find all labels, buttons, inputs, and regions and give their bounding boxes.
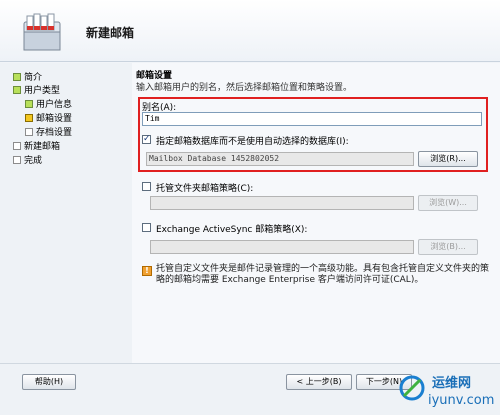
browse-activesync-button[interactable]: 浏览(B)... xyxy=(418,239,478,255)
watermark-text-domain: iyunv.com xyxy=(428,393,495,408)
browse-managed-folder-button[interactable]: 浏览(W)... xyxy=(418,195,478,211)
step-pending-icon xyxy=(13,156,21,164)
step-done-icon xyxy=(13,73,21,81)
help-button[interactable]: 帮助(H) xyxy=(22,374,76,390)
step-user-info: 用户信息 xyxy=(25,99,72,112)
step-complete: 完成 xyxy=(13,155,42,168)
activesync-field[interactable] xyxy=(150,240,414,254)
alias-input[interactable]: Tim xyxy=(142,112,482,126)
site-watermark: 运维网 iyunv.com xyxy=(398,366,498,412)
step-done-icon xyxy=(13,86,21,94)
step-current-icon xyxy=(25,114,33,122)
mailbox-settings-panel: 邮箱设置 输入邮箱用户的别名，然后选择邮箱位置和策略设置。 别名(A): Tim… xyxy=(132,63,500,363)
database-checkbox[interactable]: ✓ xyxy=(142,135,151,144)
page-title: 新建邮箱 xyxy=(86,26,135,40)
step-label: 用户信息 xyxy=(36,100,73,110)
step-pending-icon xyxy=(25,128,33,136)
database-field[interactable]: Mailbox Database 1452802052 xyxy=(146,152,414,166)
database-checkbox-label: 指定邮箱数据库而不是使用自动选择的数据库(I): xyxy=(156,137,349,147)
step-mailbox-settings: 邮箱设置 xyxy=(25,113,72,126)
info-icon: ! xyxy=(142,266,152,276)
step-label: 新建邮箱 xyxy=(24,142,61,152)
info-message: 托管自定义文件夹是邮件记录管理的一个高级功能。具有包含托管自定义文件夹的策略的邮… xyxy=(156,264,490,285)
managed-folder-label: 托管文件夹邮箱策略(C): xyxy=(156,184,254,194)
step-user-type: 用户类型 xyxy=(13,85,60,98)
section-description: 输入邮箱用户的别名，然后选择邮箱位置和策略设置。 xyxy=(136,83,353,93)
managed-folder-field[interactable] xyxy=(150,196,414,210)
step-new-mailbox: 新建邮箱 xyxy=(13,141,60,154)
step-done-icon xyxy=(25,100,33,108)
step-label: 邮箱设置 xyxy=(36,114,73,124)
managed-folder-checkbox[interactable] xyxy=(142,182,151,191)
step-pending-icon xyxy=(13,142,21,150)
back-button[interactable]: < 上一步(B) xyxy=(286,374,352,390)
step-intro: 简介 xyxy=(13,72,42,85)
step-label: 简介 xyxy=(24,73,43,83)
watermark-logo-icon xyxy=(399,375,425,401)
step-archive-settings: 存档设置 xyxy=(25,127,72,140)
step-label: 存档设置 xyxy=(36,128,73,138)
step-label: 完成 xyxy=(24,156,43,166)
wizard-steps: 简介 用户类型 用户信息 邮箱设置 存档设置 新建邮箱 完成 xyxy=(0,63,132,363)
activesync-label: Exchange ActiveSync 邮箱策略(X): xyxy=(156,225,308,235)
wizard-header: 新建邮箱 xyxy=(0,0,500,62)
watermark-text-cn: 运维网 xyxy=(432,376,472,391)
activesync-checkbox[interactable] xyxy=(142,223,151,232)
mailbox-wizard-icon xyxy=(23,13,61,51)
browse-database-button[interactable]: 浏览(R)... xyxy=(418,151,478,167)
step-label: 用户类型 xyxy=(24,86,61,96)
